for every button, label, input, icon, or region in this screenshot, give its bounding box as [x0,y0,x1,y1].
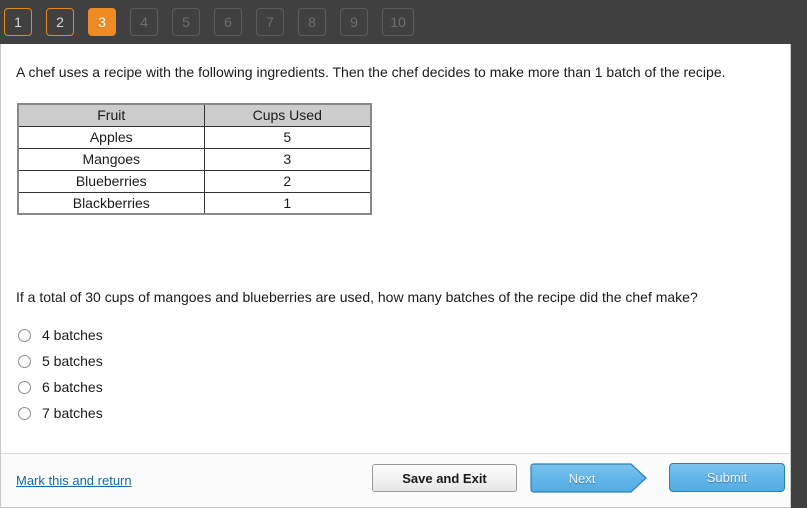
ingredients-table-wrapper: Fruit Cups Used Apples 5 Mangoes 3 Blueb… [17,103,372,215]
nav-question-4: 4 [130,8,158,36]
nav-question-2[interactable]: 2 [46,8,74,36]
question-navigator: 1 2 3 4 5 6 7 8 9 10 [0,0,807,44]
nav-question-4-label: 4 [140,14,148,30]
save-and-exit-button[interactable]: Save and Exit [372,464,517,492]
nav-question-10-label: 10 [390,14,406,30]
nav-question-9-label: 9 [350,14,358,30]
question-body: A chef uses a recipe with the following … [1,44,790,453]
table-row: Blackberries 1 [17,191,372,215]
nav-question-8: 8 [298,8,326,36]
next-arrow-icon [530,463,647,493]
radio-button-icon[interactable] [18,380,31,394]
table-cell-cups: 1 [203,191,372,215]
answer-choice-1-label: 4 batches [42,327,103,343]
table-cell-cups: 2 [203,169,372,193]
table-row: Mangoes 3 [17,147,372,171]
table-header-cups-used: Cups Used [203,103,372,127]
answer-choice-4-label: 7 batches [42,405,103,421]
table-cell-fruit: Apples [17,125,205,149]
answer-choice-4[interactable]: 7 batches [18,400,103,426]
radio-button-icon[interactable] [18,406,31,420]
question-prompt: A chef uses a recipe with the following … [16,64,726,80]
radio-button-icon[interactable] [18,328,31,342]
table-cell-fruit: Blackberries [17,191,205,215]
answer-choice-3-label: 6 batches [42,379,103,395]
nav-question-1[interactable]: 1 [4,8,32,36]
nav-question-7-label: 7 [266,14,274,30]
nav-question-7: 7 [256,8,284,36]
submit-button[interactable]: Submit [669,463,785,492]
nav-question-10: 10 [382,8,414,36]
table-row: Blueberries 2 [17,169,372,193]
nav-question-1-label: 1 [14,14,22,30]
mark-this-and-return-link[interactable]: Mark this and return [16,473,132,488]
content-panel: A chef uses a recipe with the following … [0,44,791,508]
table-cell-cups: 3 [203,147,372,171]
next-button[interactable]: Next [530,463,648,493]
nav-question-6-label: 6 [224,14,232,30]
submit-button-label: Submit [706,470,748,485]
answer-choices: 4 batches 5 batches 6 batches 7 batches [18,322,103,426]
answer-choice-2-label: 5 batches [42,353,103,369]
question-statement: If a total of 30 cups of mangoes and blu… [16,289,698,305]
answer-choice-2[interactable]: 5 batches [18,348,103,374]
nav-question-9: 9 [340,8,368,36]
table-cell-fruit: Blueberries [17,169,205,193]
nav-question-3-label: 3 [98,14,106,30]
answer-choice-1[interactable]: 4 batches [18,322,103,348]
table-header-row: Fruit Cups Used [17,103,372,127]
save-and-exit-label: Save and Exit [402,470,487,486]
table-row: Apples 5 [17,125,372,149]
nav-question-8-label: 8 [308,14,316,30]
table-header-fruit: Fruit [17,103,205,127]
nav-question-3[interactable]: 3 [88,8,116,36]
answer-choice-3[interactable]: 6 batches [18,374,103,400]
nav-question-5-label: 5 [182,14,190,30]
ingredients-table: Fruit Cups Used Apples 5 Mangoes 3 Blueb… [17,103,372,215]
assessment-page: 1 2 3 4 5 6 7 8 9 10 A chef uses a recip… [0,0,807,508]
table-cell-fruit: Mangoes [17,147,205,171]
nav-question-2-label: 2 [56,14,64,30]
nav-question-6: 6 [214,8,242,36]
radio-button-icon[interactable] [18,354,31,368]
nav-question-5: 5 [172,8,200,36]
table-cell-cups: 5 [203,125,372,149]
